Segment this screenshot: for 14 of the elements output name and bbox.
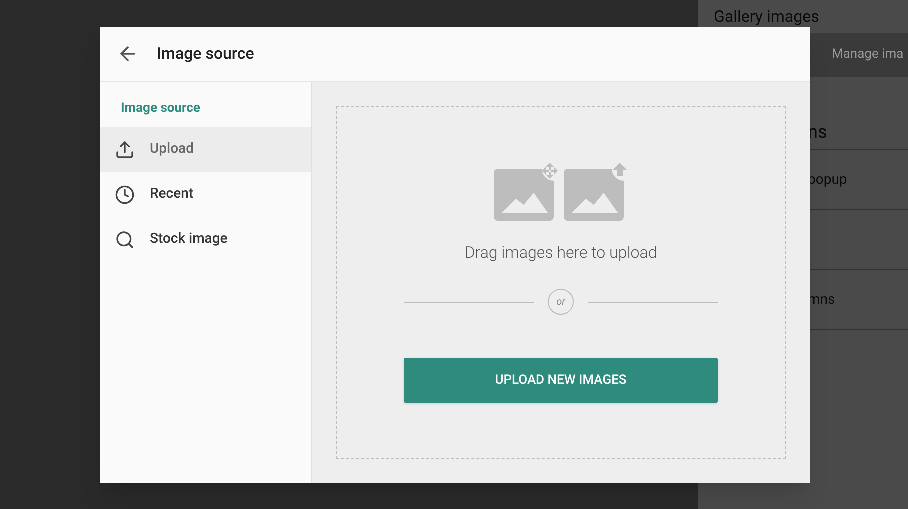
search-icon	[115, 230, 135, 250]
sidebar-item[interactable]: Recent	[100, 172, 311, 217]
panel-tab[interactable]: Manage ima	[832, 45, 904, 65]
dialog-title: Image source	[157, 43, 254, 65]
sidebar-item[interactable]: Upload	[100, 127, 311, 172]
sidebar-heading: Image source	[120, 100, 202, 118]
drop-prompt: Drag images here to upload	[464, 242, 658, 264]
sidebar-item[interactable]: Stock image	[100, 217, 311, 262]
panel-title: Gallery images	[713, 6, 820, 28]
recent-icon	[115, 184, 135, 204]
upload-icon	[115, 140, 135, 160]
upload-button[interactable]: UPLOAD NEW IMAGES	[404, 358, 718, 403]
drop-zone[interactable]: Drag images here to upload or UPLOAD NEW IMAGES	[336, 106, 786, 459]
separator-label: or	[548, 289, 574, 315]
